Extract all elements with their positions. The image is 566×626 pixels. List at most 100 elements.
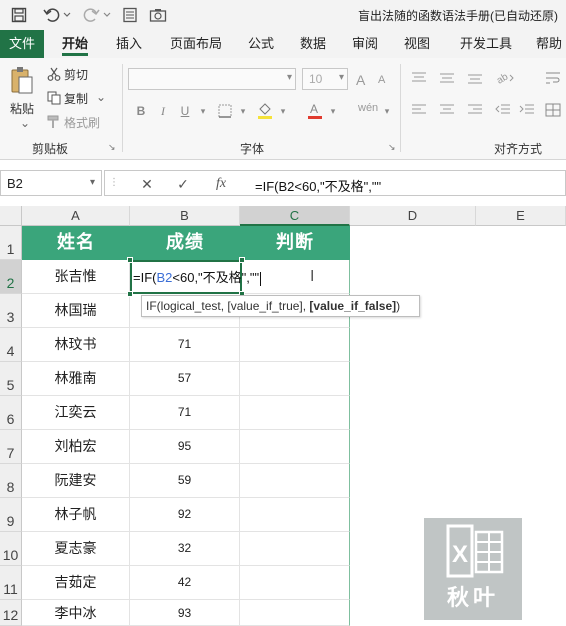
column-header-c[interactable]: C xyxy=(240,206,350,226)
function-signature-tooltip[interactable]: IF(logical_test, [value_if_true], [value… xyxy=(141,295,420,317)
selection-handle[interactable] xyxy=(127,291,133,297)
clipboard-launcher-icon[interactable]: ↘ xyxy=(108,142,116,153)
column-header-b[interactable]: B xyxy=(130,206,240,226)
row-header[interactable]: 2 xyxy=(0,260,22,294)
align-middle-icon[interactable] xyxy=(438,70,456,86)
judge-cell[interactable] xyxy=(240,328,350,362)
judge-cell[interactable] xyxy=(240,396,350,430)
tooltip-current-argument[interactable]: [value_if_false] xyxy=(309,299,396,313)
orientation-icon[interactable]: ab xyxy=(494,68,516,86)
paste-label[interactable]: 粘贴 xyxy=(10,100,34,117)
insert-function-icon[interactable]: fx xyxy=(209,174,233,194)
format-painter-icon[interactable] xyxy=(46,114,62,130)
row-header[interactable]: 12 xyxy=(0,600,22,626)
score-cell[interactable]: 95 xyxy=(130,430,240,464)
name-cell[interactable]: 夏志豪 xyxy=(22,532,130,566)
name-cell[interactable]: 阮建安 xyxy=(22,464,130,498)
formula-input[interactable]: =IF(B2<60,"不及格","" xyxy=(255,176,381,195)
row-header[interactable]: 6 xyxy=(0,396,22,430)
score-cell[interactable]: 71 xyxy=(130,328,240,362)
judge-cell[interactable] xyxy=(240,464,350,498)
column-header-a[interactable]: A xyxy=(22,206,130,226)
form-icon[interactable] xyxy=(120,5,140,25)
name-cell[interactable]: 林国瑞 xyxy=(22,294,130,328)
copy-icon[interactable] xyxy=(46,90,62,106)
name-cell[interactable]: 江奕云 xyxy=(22,396,130,430)
increase-indent-icon[interactable] xyxy=(518,102,536,118)
selection-handle[interactable] xyxy=(127,257,133,263)
shrink-font-icon[interactable]: A xyxy=(378,74,385,86)
align-center-icon[interactable] xyxy=(438,102,456,118)
align-bottom-icon[interactable] xyxy=(466,70,484,86)
cancel-icon[interactable]: ✕ xyxy=(135,174,159,194)
score-cell[interactable]: 59 xyxy=(130,464,240,498)
format-painter-label[interactable]: 格式刷 xyxy=(64,114,100,131)
judge-cell[interactable] xyxy=(240,600,350,626)
chevron-down-icon[interactable]: ▾ xyxy=(274,102,292,120)
camera-icon[interactable] xyxy=(148,5,168,25)
copy-label[interactable]: 复制 xyxy=(64,90,88,107)
name-cell[interactable]: 张吉惟 xyxy=(22,260,130,294)
name-box[interactable]: B2 ▾ xyxy=(0,170,102,196)
tab-developer[interactable]: 开发工具 xyxy=(460,30,512,58)
judge-cell[interactable] xyxy=(240,498,350,532)
header-cell-name[interactable]: 姓名 xyxy=(22,226,130,260)
merge-center-icon[interactable] xyxy=(544,102,562,118)
name-cell[interactable]: 林玟书 xyxy=(22,328,130,362)
drag-handle-icon[interactable]: ⋮ xyxy=(109,177,119,188)
score-cell[interactable]: 57 xyxy=(130,362,240,396)
score-cell[interactable]: 32 xyxy=(130,532,240,566)
save-icon[interactable] xyxy=(8,5,30,25)
enter-icon[interactable]: ✓ xyxy=(171,174,195,194)
selection-handle[interactable] xyxy=(239,257,245,263)
tab-home[interactable]: 开始 xyxy=(62,30,89,58)
fill-color-icon[interactable] xyxy=(256,100,274,120)
tab-help[interactable]: 帮助 xyxy=(536,30,562,58)
column-header-e[interactable]: E xyxy=(476,206,566,226)
in-cell-formula[interactable]: =IF(B2<60,"不及格","" xyxy=(133,267,262,286)
name-cell[interactable]: 林雅南 xyxy=(22,362,130,396)
select-all-button[interactable] xyxy=(0,206,22,226)
chevron-down-icon[interactable]: ▾ xyxy=(324,102,342,120)
copy-dropdown-icon[interactable]: ⌄ xyxy=(96,90,106,104)
grow-font-icon[interactable]: A xyxy=(356,72,365,88)
chevron-down-icon[interactable]: ▾ xyxy=(234,102,252,120)
font-name-select[interactable]: ▾ xyxy=(128,68,296,90)
chevron-down-icon[interactable]: ▾ xyxy=(194,102,212,120)
column-header-d[interactable]: D xyxy=(350,206,476,226)
undo-icon[interactable] xyxy=(40,5,74,25)
tab-view[interactable]: 视图 xyxy=(404,30,430,58)
name-cell[interactable]: 林子帆 xyxy=(22,498,130,532)
cut-icon[interactable] xyxy=(46,66,62,82)
row-header[interactable]: 8 xyxy=(0,464,22,498)
italic-icon[interactable]: I xyxy=(154,102,172,120)
border-icon[interactable] xyxy=(216,102,234,120)
tab-review[interactable]: 审阅 xyxy=(352,30,378,58)
score-cell[interactable]: 93 xyxy=(130,600,240,626)
tab-page-layout[interactable]: 页面布局 xyxy=(170,30,222,58)
row-header[interactable]: 4 xyxy=(0,328,22,362)
align-top-icon[interactable] xyxy=(410,70,428,86)
underline-icon[interactable]: U xyxy=(176,102,194,120)
font-size-select[interactable]: 10 ▾ xyxy=(302,68,348,90)
bold-icon[interactable]: B xyxy=(132,102,150,120)
name-cell[interactable]: 吉茹定 xyxy=(22,566,130,600)
font-launcher-icon[interactable]: ↘ xyxy=(388,142,396,153)
name-cell[interactable]: 刘柏宏 xyxy=(22,430,130,464)
align-right-icon[interactable] xyxy=(466,102,484,118)
name-cell[interactable]: 李中冰 xyxy=(22,600,130,626)
tab-file[interactable]: 文件 xyxy=(0,30,44,58)
phonetic-icon[interactable]: wén xyxy=(358,102,378,114)
cut-label[interactable]: 剪切 xyxy=(64,66,88,83)
row-header[interactable]: 10 xyxy=(0,532,22,566)
row-header[interactable]: 1 xyxy=(0,226,22,260)
paste-icon[interactable] xyxy=(8,64,36,98)
header-cell-judge[interactable]: 判断 xyxy=(240,226,350,260)
judge-cell[interactable] xyxy=(240,430,350,464)
tab-data[interactable]: 数据 xyxy=(300,30,326,58)
decrease-indent-icon[interactable] xyxy=(494,102,512,118)
redo-icon[interactable] xyxy=(80,5,114,25)
row-header[interactable]: 9 xyxy=(0,498,22,532)
score-cell[interactable]: 92 xyxy=(130,498,240,532)
judge-cell[interactable] xyxy=(240,566,350,600)
